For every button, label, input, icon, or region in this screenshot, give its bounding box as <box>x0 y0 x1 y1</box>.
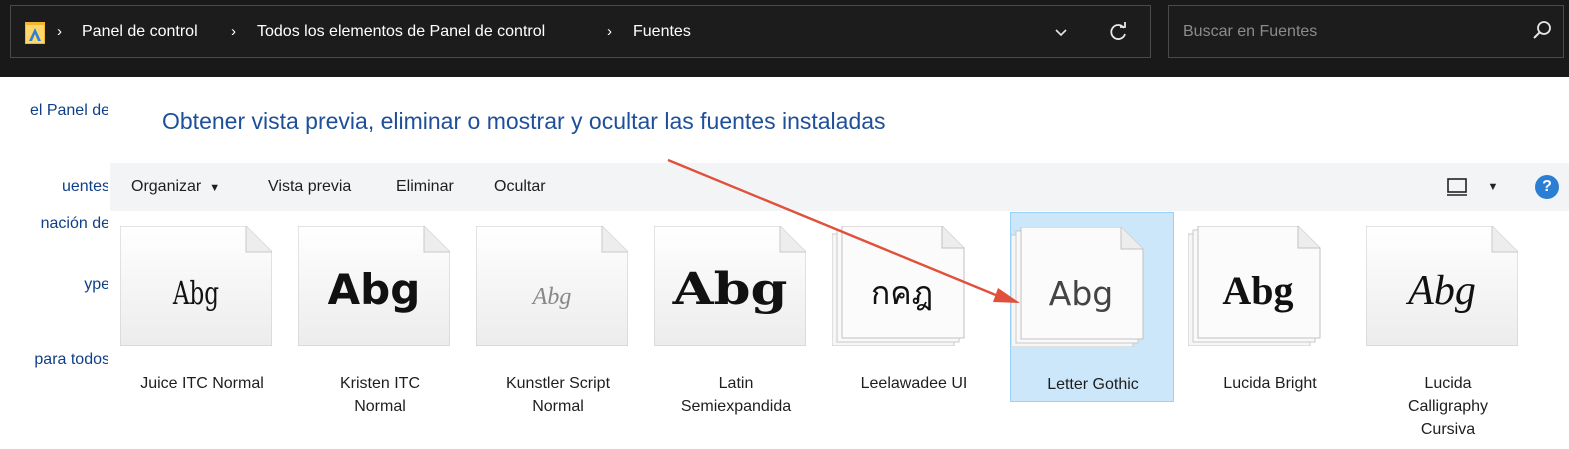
font-file-icon: Abg <box>1011 227 1144 347</box>
nav-link-panel[interactable]: el Panel de <box>0 102 108 120</box>
font-file-icon: Abg <box>120 226 272 346</box>
font-name-label: Juice ITC Normal <box>120 372 284 395</box>
font-sample-text: Abg <box>531 284 572 310</box>
font-file-icon: Abg <box>1366 226 1518 346</box>
preview-button[interactable]: Vista previa <box>268 163 351 211</box>
refresh-icon[interactable] <box>1106 19 1130 45</box>
view-layout-icon[interactable] <box>1446 177 1468 197</box>
font-name-line: Latin <box>718 375 754 392</box>
font-name-line: Normal <box>354 398 406 415</box>
search-box[interactable]: Buscar en Fuentes <box>1168 5 1564 58</box>
address-bar[interactable]: › Panel de control › Todos los elementos… <box>10 5 1151 58</box>
font-tile[interactable]: Abg Latin Semiexpandida <box>654 212 818 415</box>
breadcrumb-separator: › <box>231 23 236 40</box>
font-file-icon: Abg <box>476 226 628 346</box>
hide-button[interactable]: Ocultar <box>494 163 546 211</box>
font-name-line: Kunstler Script <box>505 375 611 392</box>
font-sample-text: Abg <box>1049 274 1113 313</box>
font-tile[interactable]: Abg Lucida Calligraphy Cursiva <box>1366 212 1530 438</box>
organize-label: Organizar <box>131 178 202 195</box>
font-name-line: Kristen ITC <box>339 375 420 392</box>
font-sample-text: Abg <box>328 265 421 314</box>
font-tile[interactable]: กคฎ Leelawadee UI <box>832 212 996 402</box>
font-name-label: Kristen ITC Normal <box>298 372 462 418</box>
nav-link-para-todos[interactable]: para todos <box>0 351 108 369</box>
font-tile[interactable]: Abg Letter Gothic <box>1010 212 1174 402</box>
nav-link-fuentes[interactable]: uentes <box>0 178 108 196</box>
font-name-label: Letter Gothic <box>1011 373 1175 396</box>
nav-link-cleartype[interactable]: ype <box>0 276 108 294</box>
view-options-dropdown[interactable]: ▼ <box>1485 177 1501 197</box>
font-sample-text: Abg <box>172 274 219 312</box>
chevron-down-icon[interactable] <box>1051 20 1071 44</box>
font-name-line: Normal <box>532 398 584 415</box>
font-file-icon: Abg <box>298 226 450 346</box>
font-tile[interactable]: Abg Lucida Bright <box>1188 212 1352 402</box>
font-sample-text: Abg <box>672 263 788 315</box>
font-sample-text: กคฎ <box>871 274 933 312</box>
breadcrumb-separator: › <box>607 23 612 40</box>
help-icon[interactable]: ? <box>1535 175 1559 199</box>
breadcrumb-fuentes[interactable]: Fuentes <box>633 6 691 59</box>
font-name-line: Juice ITC Normal <box>140 375 264 392</box>
font-name-label: Kunstler Script Normal <box>476 372 640 418</box>
font-name-line: Semiexpandida <box>680 398 792 415</box>
font-name-label: Lucida Bright <box>1188 372 1352 395</box>
font-tile[interactable]: Abg Kristen ITC Normal <box>298 212 462 415</box>
font-sample-text: Abg <box>1405 268 1476 314</box>
organize-button[interactable]: Organizar ▼ <box>131 163 220 211</box>
font-name-line: Cursiva <box>1420 421 1476 438</box>
delete-button[interactable]: Eliminar <box>396 163 454 211</box>
font-name-line: Lucida <box>1424 375 1472 392</box>
font-name-line: Lucida Bright <box>1223 375 1317 392</box>
left-navigation-pane: el Panel de uentes nación de ype para to… <box>0 77 108 449</box>
search-icon[interactable] <box>1531 20 1553 42</box>
font-name-line: Calligraphy <box>1407 398 1489 415</box>
breadcrumb-panel-de-control[interactable]: Panel de control <box>82 6 198 59</box>
search-input[interactable]: Buscar en Fuentes <box>1183 6 1317 57</box>
nav-link-configuracion[interactable]: nación de <box>0 215 108 233</box>
font-tile[interactable]: Abg Kunstler Script Normal <box>476 212 640 415</box>
breadcrumb-separator: › <box>57 23 62 40</box>
font-tile[interactable]: Abg Juice ITC Normal <box>120 212 284 402</box>
font-name-label: Lucida Calligraphy Cursiva <box>1366 372 1530 441</box>
font-name-label: Leelawadee UI <box>832 372 996 395</box>
control-panel-icon <box>25 22 45 44</box>
font-name-line: Leelawadee UI <box>860 375 968 392</box>
command-toolbar: Organizar ▼ Vista previa Eliminar Ocultar… <box>110 163 1569 211</box>
font-name-line: Letter Gothic <box>1047 376 1139 393</box>
font-file-icon: Abg <box>1188 226 1321 346</box>
address-bar-region: › Panel de control › Todos los elementos… <box>0 0 1569 77</box>
font-sample-text: Abg <box>1222 268 1293 313</box>
font-file-icon: Abg <box>654 226 806 346</box>
font-file-icon: กคฎ <box>832 226 965 346</box>
page-title: Obtener vista previa, eliminar o mostrar… <box>162 108 886 134</box>
font-name-label: Latin Semiexpandida <box>654 372 818 418</box>
chevron-down-icon: ▼ <box>209 182 221 194</box>
breadcrumb-todos-elementos[interactable]: Todos los elementos de Panel de control <box>257 6 545 59</box>
